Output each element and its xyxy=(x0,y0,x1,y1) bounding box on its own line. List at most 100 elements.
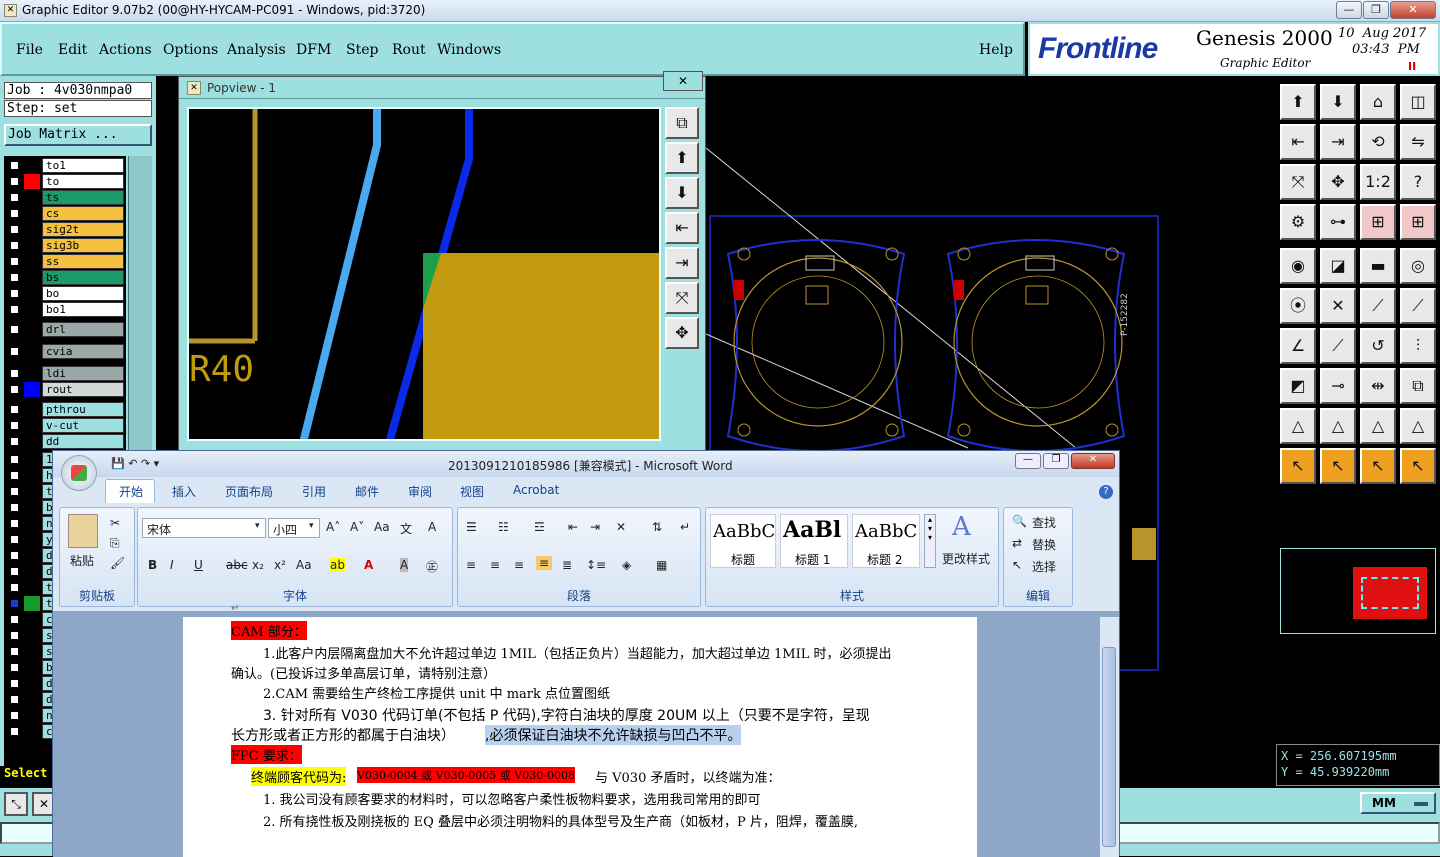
node-icon[interactable]: ⦿ xyxy=(1280,288,1316,324)
triangle-up-icon[interactable]: △ xyxy=(1320,408,1356,444)
clear-format-icon[interactable]: Aa xyxy=(374,520,390,534)
layer-row-rout[interactable]: rout xyxy=(6,382,124,397)
layer-name[interactable]: rout xyxy=(42,382,124,397)
popview-zoom-icon[interactable]: ⤧ xyxy=(665,282,699,314)
decrease-indent-icon[interactable]: ⇤ xyxy=(568,520,578,534)
zoom-fit-icon[interactable]: ⤧ xyxy=(1280,164,1316,200)
tab-home[interactable]: 开始 xyxy=(119,483,143,500)
menu-analysis[interactable]: Analysis xyxy=(227,42,286,58)
corner-icon[interactable]: ◩ xyxy=(1280,368,1316,404)
scroll-thumb[interactable] xyxy=(1102,647,1116,847)
layer-checkbox[interactable] xyxy=(9,368,20,379)
cut-icon[interactable]: ✂ xyxy=(110,516,120,530)
layer-row-cvia[interactable]: cvia xyxy=(6,344,124,359)
multilevel-list-icon[interactable]: ☲ xyxy=(534,520,545,534)
layer-name[interactable]: bo1 xyxy=(42,302,124,317)
layer-color-swatch[interactable] xyxy=(24,660,40,675)
layer-row-to[interactable]: to xyxy=(6,174,124,189)
select-label[interactable]: Select xyxy=(4,766,47,780)
layer-color-swatch[interactable] xyxy=(24,286,40,301)
popview-canvas[interactable]: R40 xyxy=(187,107,661,441)
highlight-icon[interactable]: ab xyxy=(330,558,345,572)
angle-icon[interactable]: ∠ xyxy=(1280,328,1316,364)
align-right-icon[interactable]: ≡ xyxy=(514,558,524,572)
triangle-icon[interactable]: △ xyxy=(1280,408,1316,444)
layer-color-swatch[interactable] xyxy=(24,692,40,707)
change-case-icon[interactable]: Aa xyxy=(296,558,312,572)
cross-icon[interactable]: ✕ xyxy=(1320,288,1356,324)
layer-color-swatch[interactable] xyxy=(24,174,40,189)
layer-color-swatch[interactable] xyxy=(24,366,40,381)
layer-checkbox[interactable] xyxy=(9,346,20,357)
layer-color-swatch[interactable] xyxy=(24,564,40,579)
layer-color-swatch[interactable] xyxy=(24,382,40,397)
quick-access-toolbar-icon[interactable]: 💾 ↶ ↷ ▾ xyxy=(111,457,159,470)
layer-color-swatch[interactable] xyxy=(24,222,40,237)
layer-color-swatch[interactable] xyxy=(24,500,40,515)
break-icon[interactable]: ⊸ xyxy=(1320,368,1356,404)
home-icon[interactable]: ⌂ xyxy=(1360,84,1396,120)
layer-color-swatch[interactable] xyxy=(24,418,40,433)
word-close-button[interactable]: ✕ xyxy=(1071,453,1115,469)
layer-color-swatch[interactable] xyxy=(24,484,40,499)
word-minimize-button[interactable]: — xyxy=(1015,453,1041,469)
layer-row-ss[interactable]: ss xyxy=(6,254,124,269)
layer-color-swatch[interactable] xyxy=(24,190,40,205)
arc-icon[interactable]: ↺ xyxy=(1360,328,1396,364)
popview-left-icon[interactable]: ⇤ xyxy=(665,212,699,244)
tab-view[interactable]: 视图 xyxy=(460,483,484,500)
layer-color-swatch[interactable] xyxy=(24,548,40,563)
settings-icon[interactable]: ⚙ xyxy=(1280,204,1316,240)
popview-fit-icon[interactable]: ⧉ xyxy=(665,107,699,139)
pause-indicator[interactable]: II xyxy=(1408,60,1416,73)
layers-icon[interactable]: ⊞ xyxy=(1360,204,1396,240)
layer-checkbox[interactable] xyxy=(9,404,20,415)
layer-checkbox[interactable] xyxy=(9,710,20,721)
layer-checkbox[interactable] xyxy=(9,304,20,315)
connect-icon[interactable]: ⊶ xyxy=(1320,204,1356,240)
layer-checkbox[interactable] xyxy=(9,550,20,561)
layer-row-cs[interactable]: cs xyxy=(6,206,124,221)
menu-step[interactable]: Step xyxy=(346,42,378,58)
line-spacing-icon[interactable]: ↕≡ xyxy=(586,558,606,572)
minimize-button[interactable]: — xyxy=(1336,1,1362,19)
select-button[interactable]: 选择 xyxy=(1032,558,1056,575)
move-up-icon[interactable]: ⬆ xyxy=(1280,84,1316,120)
replace-button[interactable]: 替换 xyxy=(1032,536,1056,553)
layer-name[interactable]: v-cut xyxy=(42,418,124,433)
layer-color-swatch[interactable] xyxy=(24,532,40,547)
layer-name[interactable]: drl xyxy=(42,322,124,337)
split-icon[interactable]: ⫶ xyxy=(1400,328,1436,364)
office-button[interactable] xyxy=(61,455,97,491)
layer-row-sig2t[interactable]: sig2t xyxy=(6,222,124,237)
layer-checkbox[interactable] xyxy=(9,486,20,497)
layer-name[interactable]: sig3b xyxy=(42,238,124,253)
pointer-snap-icon[interactable]: ↖ xyxy=(1400,448,1436,484)
char-shading-icon[interactable]: A xyxy=(400,558,409,572)
popview-up-icon[interactable]: ⬆ xyxy=(665,142,699,174)
find-icon[interactable]: 🔍 xyxy=(1012,514,1027,528)
word-restore-button[interactable]: ❐ xyxy=(1043,453,1069,469)
layer-row-to1[interactable]: to1 xyxy=(6,158,124,173)
pan-icon[interactable]: ✥ xyxy=(1320,164,1356,200)
layer-checkbox[interactable] xyxy=(9,224,20,235)
word-titlebar[interactable]: 💾 ↶ ↷ ▾ 2013091210185986 [兼容模式] - Micros… xyxy=(53,451,1119,491)
help-icon[interactable]: ? xyxy=(1099,485,1113,499)
layer-checkbox[interactable] xyxy=(9,662,20,673)
sort-icon[interactable]: ⇅ xyxy=(652,520,662,534)
layer-checkbox[interactable] xyxy=(9,534,20,545)
circle-icon[interactable]: ◎ xyxy=(1400,248,1436,284)
flip-icon[interactable]: ⇋ xyxy=(1400,124,1436,160)
layer-color-swatch[interactable] xyxy=(24,580,40,595)
layer-color-swatch[interactable] xyxy=(24,596,40,611)
layer-checkbox[interactable] xyxy=(9,470,20,481)
layer-color-swatch[interactable] xyxy=(24,628,40,643)
layer-row-ldi[interactable]: ldi xyxy=(6,366,124,381)
grow-font-icon[interactable]: A˄ xyxy=(326,520,340,534)
line-icon[interactable]: ▬ xyxy=(1360,248,1396,284)
align-center-icon[interactable]: ≡ xyxy=(490,558,500,572)
triangle-measure-icon[interactable]: △ xyxy=(1400,408,1436,444)
menu-options[interactable]: Options xyxy=(163,42,218,58)
layers-active-icon[interactable]: ⊞ xyxy=(1400,204,1436,240)
increase-indent-icon[interactable]: ⇥ xyxy=(590,520,600,534)
